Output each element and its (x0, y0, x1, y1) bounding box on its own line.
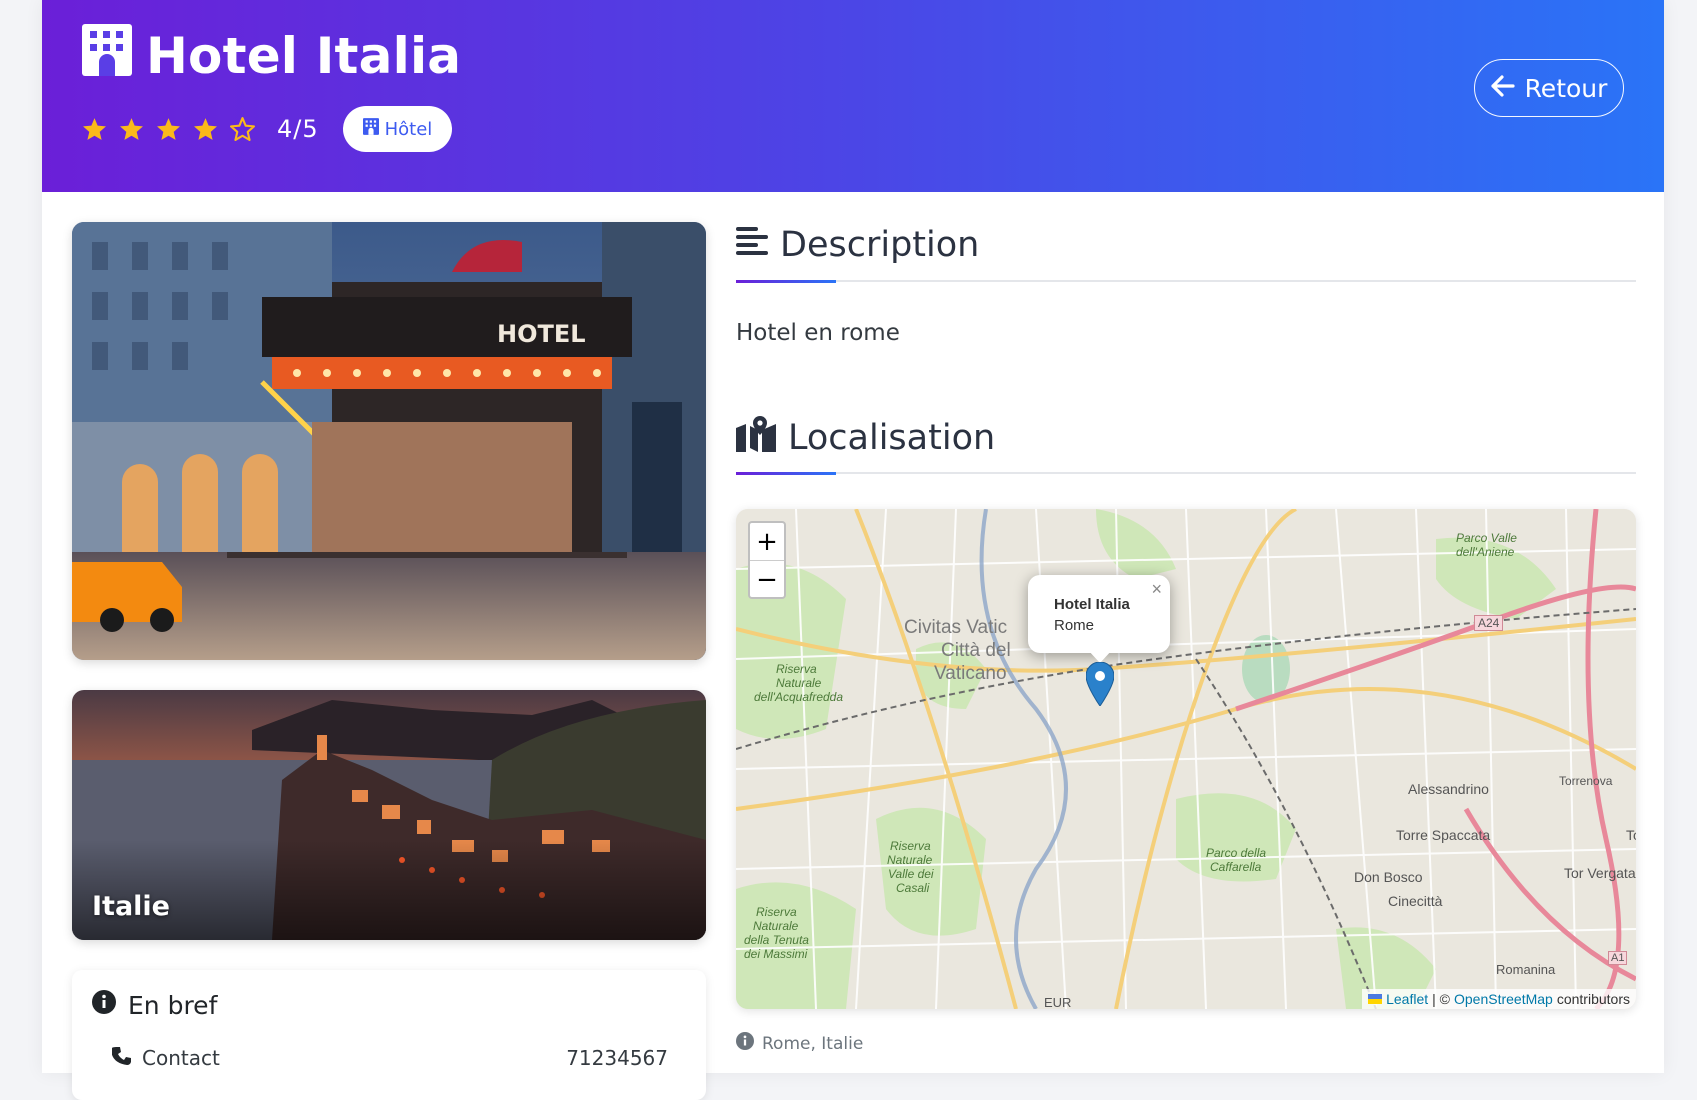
page: Hotel Italia 4/5 Hôtel Retour HOTEL Ital… (42, 0, 1664, 1100)
phone-icon (111, 1046, 132, 1071)
map-label-massimi-1: Riserva (756, 905, 797, 919)
description-heading: Description (736, 215, 1636, 275)
contact-label: Contact (142, 1046, 220, 1070)
align-left-icon (736, 225, 768, 265)
map-label-cinecitta: Cinecittà (1388, 893, 1443, 909)
type-badge: Hôtel (342, 106, 453, 152)
ukraine-flag-icon (1368, 991, 1383, 1007)
hotel-name: Hotel Italia (146, 27, 462, 85)
map-label-massimi-2: Naturale (753, 919, 799, 933)
localisation-heading-label: Localisation (788, 418, 996, 458)
map-marker-icon[interactable] (1085, 661, 1115, 710)
map-label-vatican-3: Vaticano (934, 663, 1007, 684)
description-text: Hotel en rome (736, 320, 900, 346)
contact-value: 71234567 (566, 1046, 668, 1070)
map-attribution: Leaflet | © OpenStreetMap contributors (1362, 989, 1636, 1009)
map-label-a1: A1 (1608, 951, 1628, 965)
map-label-don-bosco: Don Bosco (1354, 869, 1423, 885)
map-label-massimi-3: della Tenuta (744, 933, 809, 947)
star-filled-icon (82, 117, 107, 141)
map-label-vatican-2: Città del (941, 640, 1011, 661)
rating-score: 4/5 (277, 115, 319, 143)
map-label-riserva-3: dell'Acquafredda (754, 690, 844, 704)
map-location-icon (736, 415, 776, 461)
map-label-massimi-4: dei Massimi (744, 947, 808, 961)
type-badge-label: Hôtel (384, 118, 433, 140)
map-tiles (736, 509, 1636, 1009)
map-label-alessandrino: Alessandrino (1408, 781, 1489, 797)
localisation-heading: Localisation (736, 408, 1636, 468)
page-title: Hotel Italia (82, 24, 462, 88)
map-label-riserva-2: Naturale (776, 676, 822, 690)
star-empty-icon (230, 117, 255, 141)
map-label-valle-casali-1: Riserva (890, 839, 931, 853)
brief-title-label: En bref (128, 990, 218, 1020)
contact-row: Contact 71234567 (111, 1043, 668, 1073)
star-rating (82, 117, 255, 141)
building-icon (82, 24, 132, 88)
attribution-tail: contributors (1556, 991, 1630, 1007)
map[interactable]: Civitas Vatic Città del Vaticano Riserva… (736, 509, 1636, 1009)
map-label-torrenova: Torrenova (1559, 774, 1613, 788)
map-label-valle-casali-4: Casali (896, 881, 930, 895)
leaflet-link[interactable]: Leaflet (1386, 991, 1428, 1007)
map-label-parco-aniene-1: Parco Valle (1456, 531, 1517, 545)
map-label-parco-caffarella-2: Caffarella (1210, 860, 1262, 874)
map-popup: Hotel Italia Rome × (1028, 575, 1170, 653)
map-label-parco-aniene-2: dell'Aniene (1456, 545, 1515, 559)
map-label-a24: A24 (1474, 615, 1504, 631)
map-label-tor-vergata: Tor Vergata (1564, 865, 1636, 881)
map-label-eur: EUR (1044, 995, 1072, 1009)
location-address: Rome, Italie (762, 1033, 864, 1054)
map-label-to: To (1626, 827, 1636, 843)
map-label-valle-casali-2: Naturale (887, 853, 933, 867)
hotel-photo: HOTEL (72, 222, 706, 660)
zoom-in-button[interactable]: + (750, 523, 784, 561)
zoom-out-button[interactable]: − (750, 561, 784, 598)
back-button[interactable]: Retour (1474, 59, 1624, 117)
building-icon (362, 118, 379, 140)
arrow-left-icon (1490, 74, 1515, 103)
map-label-valle-casali-3: Valle dei (888, 867, 934, 881)
info-icon (736, 1032, 754, 1055)
attribution-separator: | © (1432, 991, 1450, 1007)
brief-title: En bref (92, 990, 217, 1020)
hero-header: Hotel Italia 4/5 Hôtel Retour (42, 0, 1664, 192)
location-line: Rome, Italie (736, 1032, 863, 1055)
osm-link[interactable]: OpenStreetMap (1454, 991, 1553, 1007)
map-label-vatican-1: Civitas Vatic (904, 617, 1008, 638)
hotel-sign-text: HOTEL (497, 320, 586, 348)
map-label-torre-spaccata: Torre Spaccata (1396, 827, 1491, 843)
info-icon (92, 990, 116, 1020)
star-filled-icon (193, 117, 218, 141)
back-button-label: Retour (1524, 73, 1608, 103)
localisation-divider (736, 472, 1636, 475)
map-label-parco-caffarella-1: Parco della (1206, 846, 1267, 860)
destination-card[interactable]: Italie (72, 690, 706, 940)
map-label-romanina: Romanina (1496, 962, 1556, 977)
popup-close-button[interactable]: × (1151, 579, 1162, 600)
destination-name: Italie (92, 891, 170, 922)
popup-subtitle: Rome (1054, 617, 1095, 634)
brief-card: En bref Contact 71234567 (72, 970, 706, 1100)
star-filled-icon (119, 117, 144, 141)
zoom-control: + − (748, 521, 786, 599)
map-label-riserva-1: Riserva (776, 662, 817, 676)
popup-title: Hotel Italia (1054, 596, 1130, 613)
star-filled-icon (156, 117, 181, 141)
rating-row: 4/5 Hôtel (82, 105, 453, 153)
description-divider (736, 280, 1636, 283)
description-heading-label: Description (780, 225, 980, 265)
popup-tip (1087, 649, 1113, 663)
